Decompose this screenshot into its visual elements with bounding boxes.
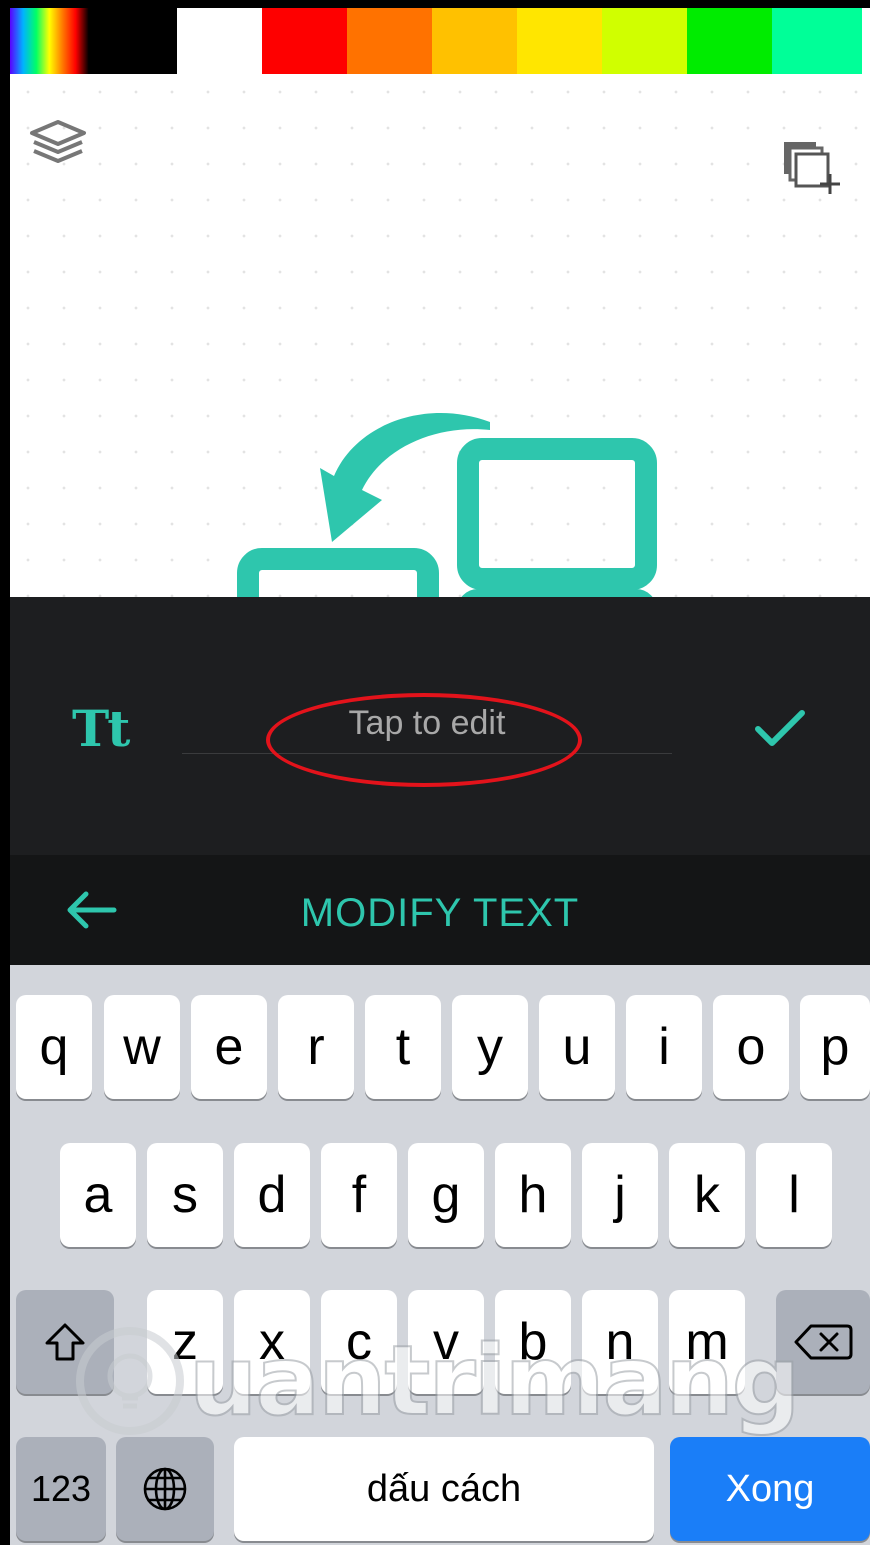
color-swatch-amber[interactable] <box>432 8 517 74</box>
design-canvas[interactable] <box>10 74 870 597</box>
key-v[interactable]: v <box>408 1290 484 1394</box>
numbers-key[interactable]: 123 <box>16 1437 106 1541</box>
key-w[interactable]: w <box>104 995 180 1099</box>
key-n[interactable]: n <box>582 1290 658 1394</box>
key-a[interactable]: a <box>60 1143 136 1247</box>
layers-icon[interactable] <box>28 118 88 175</box>
key-b[interactable]: b <box>495 1290 571 1394</box>
key-o[interactable]: o <box>713 995 789 1099</box>
checkmark-icon[interactable] <box>752 705 808 756</box>
key-p[interactable]: p <box>800 995 870 1099</box>
key-l[interactable]: l <box>756 1143 832 1247</box>
modify-text-bar: MODIFY TEXT <box>10 855 870 965</box>
key-r[interactable]: r <box>278 995 354 1099</box>
color-palette <box>10 8 870 74</box>
text-editor-bar: Tt <box>10 597 870 855</box>
color-swatch-red[interactable] <box>262 8 347 74</box>
backspace-key[interactable] <box>776 1290 870 1394</box>
key-z[interactable]: z <box>147 1290 223 1394</box>
key-h[interactable]: h <box>495 1143 571 1247</box>
key-i[interactable]: i <box>626 995 702 1099</box>
color-swatch-orange[interactable] <box>347 8 432 74</box>
globe-key[interactable] <box>116 1437 214 1541</box>
color-swatch-black[interactable] <box>92 8 177 74</box>
key-f[interactable]: f <box>321 1143 397 1247</box>
modify-text-title: MODIFY TEXT <box>300 891 580 935</box>
duplicate-layer-icon[interactable] <box>782 140 840 203</box>
color-swatch-mint[interactable] <box>772 8 862 74</box>
key-s[interactable]: s <box>147 1143 223 1247</box>
key-m[interactable]: m <box>669 1290 745 1394</box>
transfer-devices-graphic[interactable] <box>236 404 676 597</box>
shift-icon <box>45 1323 85 1361</box>
key-g[interactable]: g <box>408 1143 484 1247</box>
shift-key[interactable] <box>16 1290 114 1394</box>
highlight-annotation <box>266 693 582 787</box>
key-u[interactable]: u <box>539 995 615 1099</box>
key-t[interactable]: t <box>365 995 441 1099</box>
color-swatch-lime[interactable] <box>602 8 687 74</box>
key-x[interactable]: x <box>234 1290 310 1394</box>
key-e[interactable]: e <box>191 995 267 1099</box>
space-key[interactable]: dấu cách <box>234 1437 654 1541</box>
key-d[interactable]: d <box>234 1143 310 1247</box>
backspace-icon <box>794 1324 853 1360</box>
onscreen-keyboard: q w e r t y u i o p a s d f g h j k l z … <box>10 965 870 1545</box>
done-key[interactable]: Xong <box>670 1437 870 1541</box>
color-swatch-yellow[interactable] <box>517 8 602 74</box>
key-q[interactable]: q <box>16 995 92 1099</box>
globe-icon <box>143 1467 187 1511</box>
color-swatch-white[interactable] <box>177 8 262 74</box>
key-y[interactable]: y <box>452 995 528 1099</box>
font-style-icon[interactable]: Tt <box>72 699 130 758</box>
key-k[interactable]: k <box>669 1143 745 1247</box>
key-j[interactable]: j <box>582 1143 658 1247</box>
color-swatch-green[interactable] <box>687 8 772 74</box>
color-picker-swatch[interactable] <box>10 8 92 74</box>
key-c[interactable]: c <box>321 1290 397 1394</box>
